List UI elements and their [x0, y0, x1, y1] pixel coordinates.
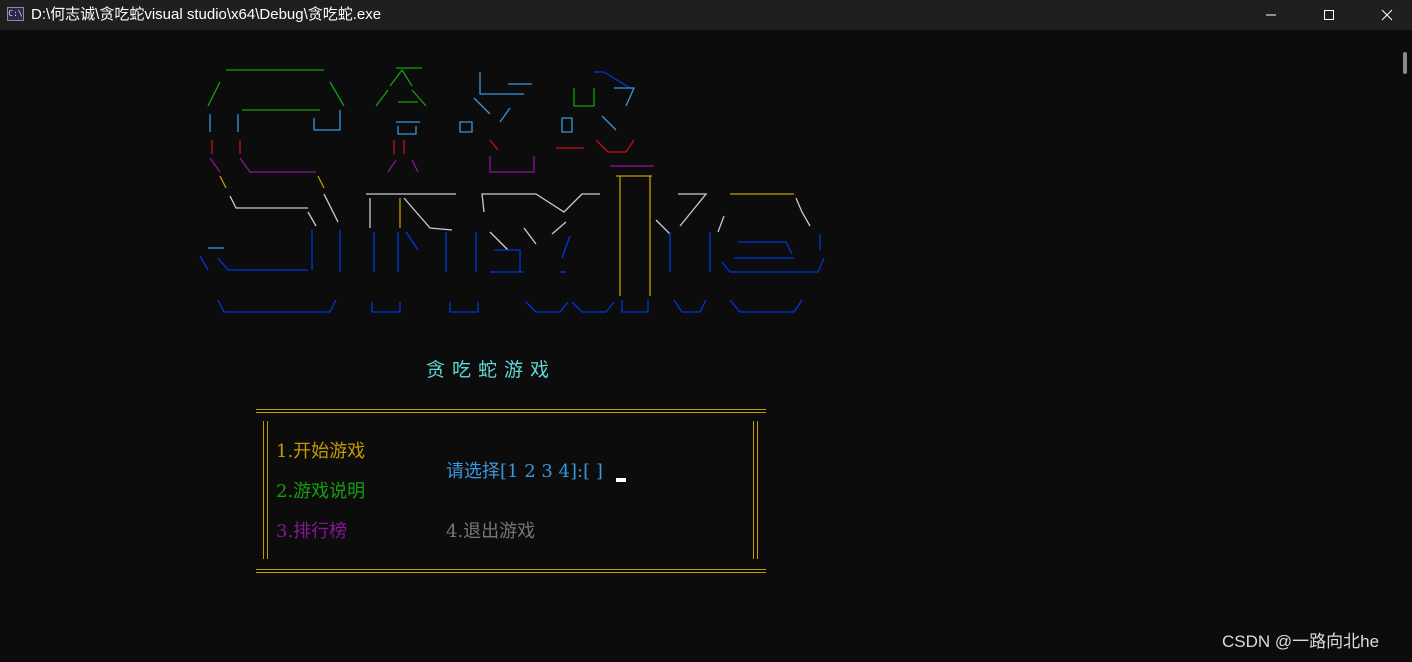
scrollbar-thumb[interactable] — [1403, 52, 1407, 74]
window-title: D:\何志诚\贪吃蛇visual studio\x64\Debug\贪吃蛇.ex… — [31, 6, 382, 23]
title-bar[interactable]: C:\ D:\何志诚\贪吃蛇visual studio\x64\Debug\贪吃… — [0, 0, 1412, 30]
menu-item-leaderboard[interactable]: 3.排行榜 — [276, 520, 347, 544]
minimize-button[interactable] — [1242, 0, 1300, 30]
frame-right-border — [753, 421, 758, 559]
console-app-icon[interactable]: C:\ — [7, 7, 24, 21]
frame-top-border — [256, 409, 766, 413]
maximize-icon — [1324, 10, 1334, 20]
game-title: 贪吃蛇游戏 — [426, 359, 557, 381]
close-button[interactable] — [1358, 0, 1412, 30]
vertical-scrollbar[interactable] — [1396, 30, 1412, 662]
menu-item-start-game[interactable]: 1.开始游戏 — [276, 440, 365, 464]
watermark: CSDN @一路向北he — [1222, 632, 1380, 651]
text-cursor — [616, 478, 626, 482]
frame-left-border — [263, 421, 268, 559]
frame-bottom-border — [256, 569, 766, 573]
close-icon — [1381, 9, 1393, 21]
minimize-icon — [1266, 14, 1276, 16]
menu-item-exit-game[interactable]: 4.退出游戏 — [446, 520, 535, 544]
console-window: C:\ D:\何志诚\贪吃蛇visual studio\x64\Debug\贪吃… — [0, 0, 1412, 662]
menu-item-instructions[interactable]: 2.游戏说明 — [276, 480, 365, 504]
maximize-button[interactable] — [1300, 0, 1358, 30]
ascii-art-logo — [190, 36, 840, 326]
selection-prompt[interactable]: 请选择[1 2 3 4]:[ ] — [446, 460, 603, 484]
ascii-art-logo-icon — [199, 67, 825, 313]
